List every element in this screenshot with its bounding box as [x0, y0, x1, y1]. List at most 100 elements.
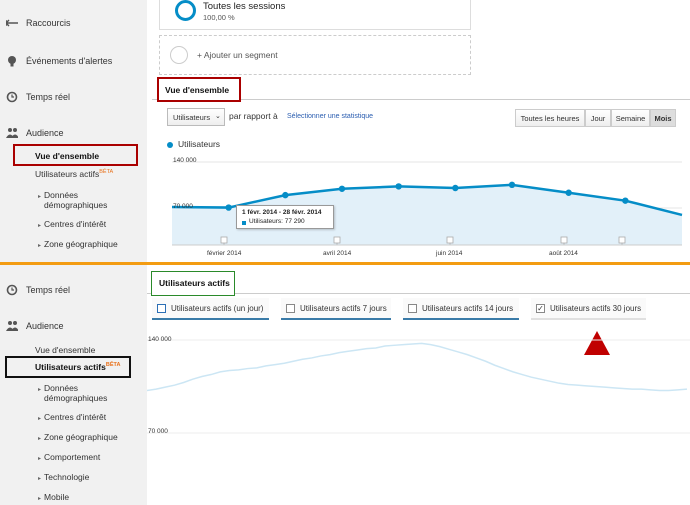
- sidebar-item-label: Données démographiques: [44, 383, 108, 403]
- sidebar-item-active-users[interactable]: Utilisateurs actifsBÊTA: [35, 169, 113, 179]
- tooltip-title: 1 févr. 2014 - 28 févr. 2014: [242, 209, 322, 216]
- checkbox-unchecked[interactable]: [157, 303, 166, 313]
- y-axis-top-label: 140 000: [173, 157, 197, 164]
- sidebar-item-mobile[interactable]: ▸ Mobile: [38, 492, 69, 504]
- y-axis-mid-label: 70 000: [148, 428, 168, 435]
- x-axis-label: février 2014: [207, 250, 242, 257]
- chart-tooltip: 1 févr. 2014 - 28 févr. 2014 Utilisateur…: [236, 205, 334, 229]
- empty-circle-icon: [170, 46, 188, 64]
- sidebar-item-label: Zone géographique: [44, 432, 118, 442]
- data-point: [225, 204, 232, 211]
- sidebar-item-audience-2[interactable]: Audience: [6, 320, 64, 332]
- tooltip-swatch: [242, 221, 246, 225]
- arrow-left-icon: [6, 17, 18, 29]
- sidebar-item-audience[interactable]: Audience: [6, 127, 64, 139]
- checkbox-checked[interactable]: ✓: [536, 303, 545, 313]
- metric-tab-label: Utilisateurs actifs 7 jours: [300, 303, 387, 313]
- sidebar-item-interests[interactable]: ▸ Centres d'intérêt: [38, 219, 106, 231]
- metric-tab-label: Utilisateurs actifs 30 jours: [550, 303, 642, 313]
- annotation-marker: [446, 236, 454, 244]
- metric-tab-1day[interactable]: Utilisateurs actifs (un jour): [152, 298, 269, 320]
- y-axis-mid-label: 70 000: [173, 203, 193, 210]
- caret-right-icon: ▸: [38, 496, 42, 502]
- series-line: [147, 342, 688, 392]
- sidebar-item-label: Audience: [26, 128, 64, 138]
- sidebar-item-overview-2[interactable]: Vue d'ensemble: [35, 345, 95, 355]
- sidebar-item-interests-2[interactable]: ▸ Centres d'intérêt: [38, 412, 106, 424]
- segment-name: Toutes les sessions: [203, 1, 286, 12]
- sidebar-item-label: Utilisateurs actifs: [35, 362, 106, 372]
- caret-right-icon: ▸: [38, 436, 42, 442]
- metric-tab-7day[interactable]: Utilisateurs actifs 7 jours: [281, 298, 391, 320]
- caret-right-icon: ▸: [38, 194, 42, 200]
- sidebar-item-geo-2[interactable]: ▸ Zone géographique: [38, 432, 118, 444]
- metric-tab-label: Utilisateurs actifs (un jour): [171, 303, 264, 313]
- tab-active-users[interactable]: Utilisateurs actifs: [151, 271, 235, 296]
- legend-label: Utilisateurs: [178, 139, 221, 149]
- users-area-chart: [171, 161, 683, 246]
- select-stat-link[interactable]: Sélectionner une statistique: [287, 113, 373, 120]
- active-users-line-chart: [147, 339, 690, 434]
- legend-dot: [167, 142, 173, 148]
- week-button[interactable]: Semaine: [611, 109, 650, 127]
- hourly-button[interactable]: Toutes les heures: [515, 109, 585, 127]
- x-axis-label: avril 2014: [323, 250, 352, 257]
- sidebar-item-label: Comportement: [44, 452, 101, 462]
- annotation-marker: [560, 236, 568, 244]
- sidebar-item-label: Temps réel: [26, 92, 71, 102]
- sidebar-item-technology[interactable]: ▸ Technologie: [38, 472, 89, 484]
- chevron-down-icon: ⌄: [215, 113, 221, 120]
- sidebar-item-geo[interactable]: ▸ Zone géographique: [38, 239, 118, 251]
- add-segment-label: + Ajouter un segment: [197, 50, 278, 60]
- tab-overview[interactable]: Vue d'ensemble: [157, 77, 241, 102]
- sidebar-item-label: Audience: [26, 321, 64, 331]
- sidebar-item-realtime[interactable]: Temps réel: [6, 91, 70, 103]
- data-point: [452, 184, 459, 192]
- checkbox-unchecked[interactable]: [408, 303, 417, 313]
- sidebar-item-label: Utilisateurs actifs: [35, 169, 100, 179]
- caret-right-icon: ▸: [38, 416, 42, 422]
- button-label: Jour: [590, 113, 606, 123]
- add-segment-button[interactable]: + Ajouter un segment: [159, 35, 471, 75]
- month-button[interactable]: Mois: [650, 109, 676, 127]
- clock-icon: [6, 91, 18, 103]
- day-button[interactable]: Jour: [585, 109, 611, 127]
- metric-tab-30day[interactable]: ✓ Utilisateurs actifs 30 jours: [531, 298, 646, 320]
- annotation-marker: [618, 236, 626, 244]
- sidebar-item-active-users-2[interactable]: Utilisateurs actifsBÊTA: [35, 362, 120, 372]
- metric-tab-14day[interactable]: Utilisateurs actifs 14 jours: [403, 298, 519, 320]
- sidebar-item-overview[interactable]: Vue d'ensemble: [35, 151, 99, 161]
- people-icon: [6, 127, 18, 139]
- clock-icon: [6, 284, 18, 296]
- metric-tab-label: Utilisateurs actifs 14 jours: [422, 303, 514, 313]
- data-point: [282, 191, 289, 199]
- sidebar-item-realtime-2[interactable]: Temps réel: [6, 284, 70, 296]
- caret-right-icon: ▸: [38, 243, 42, 249]
- data-point: [338, 185, 346, 192]
- sidebar-item-label: Raccourcis: [26, 18, 71, 28]
- people-icon: [6, 320, 18, 332]
- metric-select[interactable]: Utilisateurs ⌄: [167, 108, 225, 126]
- sidebar-item-label: Événements d'alertes: [26, 56, 113, 66]
- data-point: [508, 181, 516, 189]
- y-axis-top-label: 140 000: [148, 336, 172, 343]
- sidebar-item-demographics[interactable]: ▸ Données démographiques: [38, 190, 124, 210]
- sidebar-item-demographics-2[interactable]: ▸ Données démographiques: [38, 383, 124, 403]
- button-label: Semaine: [615, 113, 646, 123]
- caret-right-icon: ▸: [38, 456, 42, 462]
- sidebar-item-label: Centres d'intérêt: [44, 412, 107, 422]
- segment-all-sessions[interactable]: Toutes les sessions 100,00 %: [159, 0, 471, 30]
- sidebar-item-label: Mobile: [44, 492, 70, 502]
- sidebar-item-behavior[interactable]: ▸ Comportement: [38, 452, 100, 464]
- sidebar-item-label: Zone géographique: [44, 239, 118, 249]
- sidebar-item-label: Temps réel: [26, 285, 71, 295]
- annotation-marker: [220, 236, 228, 244]
- tooltip-value: Utilisateurs: 77 290: [249, 218, 305, 225]
- checkbox-unchecked[interactable]: [286, 303, 295, 313]
- tab-overview-label: Vue d'ensemble: [165, 85, 230, 95]
- sidebar-item-alerts[interactable]: Événements d'alertes: [6, 55, 112, 67]
- caret-right-icon: ▸: [38, 223, 42, 229]
- x-axis-label: juin 2014: [436, 250, 463, 257]
- beta-badge: BÊTA: [99, 169, 114, 176]
- sidebar-item-shortcuts[interactable]: Raccourcis: [6, 17, 71, 29]
